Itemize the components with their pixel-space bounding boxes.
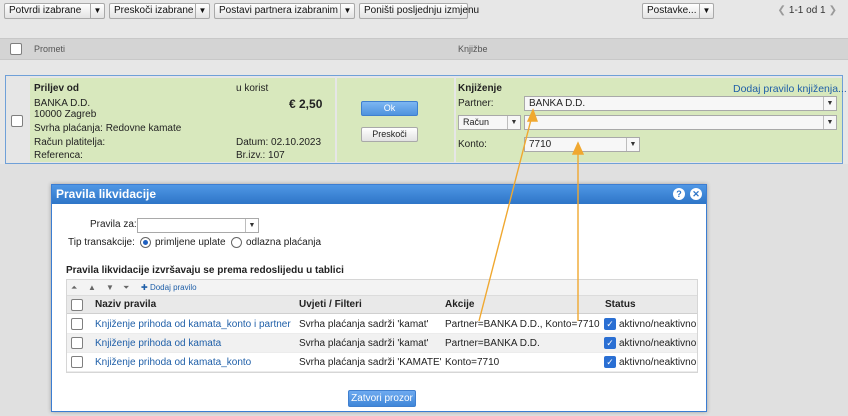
arrow-to-partner xyxy=(478,111,534,322)
arrow-head-partner xyxy=(526,108,538,122)
annotation-arrows xyxy=(478,108,585,322)
arrow-head-konto xyxy=(571,141,585,155)
